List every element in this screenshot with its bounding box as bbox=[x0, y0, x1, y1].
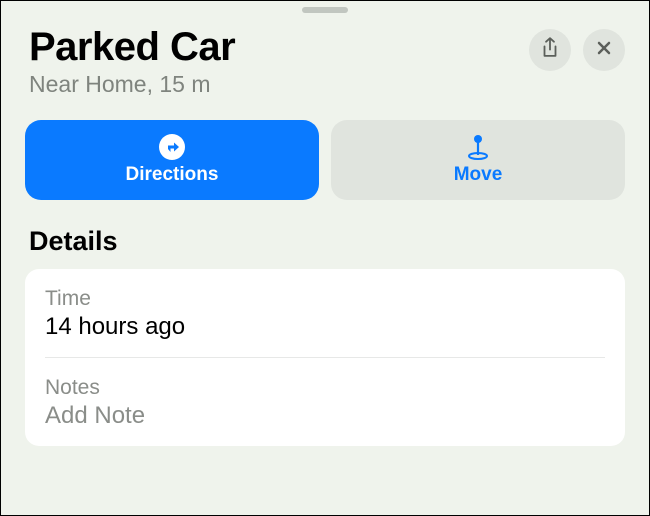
directions-button[interactable]: Directions bbox=[25, 120, 319, 200]
share-button[interactable] bbox=[529, 29, 571, 71]
directions-label: Directions bbox=[126, 164, 219, 186]
title-block: Parked Car Near Home, 15 m bbox=[29, 25, 517, 98]
notes-row[interactable]: Notes Add Note bbox=[45, 357, 605, 446]
details-card: Time 14 hours ago Notes Add Note bbox=[25, 269, 625, 446]
page-title: Parked Car bbox=[29, 25, 517, 69]
directions-icon bbox=[159, 134, 185, 160]
header: Parked Car Near Home, 15 m bbox=[1, 1, 649, 98]
notes-label: Notes bbox=[45, 376, 605, 400]
time-value: 14 hours ago bbox=[45, 313, 605, 341]
move-label: Move bbox=[454, 164, 503, 186]
close-button[interactable] bbox=[583, 29, 625, 71]
close-icon bbox=[594, 37, 614, 64]
share-icon bbox=[540, 37, 560, 64]
action-buttons: Directions Move bbox=[1, 98, 649, 200]
notes-placeholder: Add Note bbox=[45, 402, 605, 430]
move-button[interactable]: Move bbox=[331, 120, 625, 200]
details-section-title: Details bbox=[1, 200, 649, 269]
time-row: Time 14 hours ago bbox=[45, 269, 605, 357]
drag-handle[interactable] bbox=[302, 7, 348, 13]
location-subtitle: Near Home, 15 m bbox=[29, 71, 517, 98]
move-pin-icon bbox=[465, 134, 491, 160]
time-label: Time bbox=[45, 287, 605, 311]
